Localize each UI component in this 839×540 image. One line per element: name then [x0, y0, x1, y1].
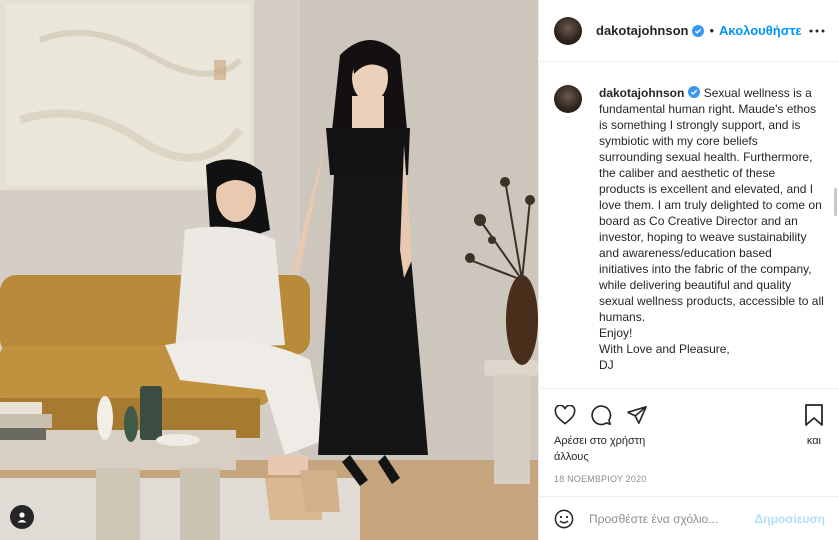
- verified-badge-icon: [688, 86, 701, 98]
- add-comment-bar: Δημοσίευση: [539, 496, 839, 540]
- likes-others[interactable]: άλλους: [539, 449, 839, 465]
- user-tag-icon[interactable]: [10, 505, 34, 529]
- separator-dot: •: [709, 23, 715, 38]
- action-icons: [539, 389, 839, 429]
- caption: dakotajohnson Sexual wellness is a funda…: [539, 63, 839, 373]
- post-panel: dakotajohnson • Ακολουθήστε dakotajohnso…: [538, 0, 839, 540]
- emoji-icon[interactable]: [554, 509, 574, 529]
- caption-username[interactable]: dakotajohnson: [599, 86, 684, 100]
- heart-icon[interactable]: [554, 404, 576, 426]
- comment-input[interactable]: [589, 511, 755, 526]
- avatar[interactable]: [554, 16, 582, 45]
- photo-illustration: [0, 0, 538, 540]
- send-icon[interactable]: [626, 404, 648, 426]
- post-photo[interactable]: [0, 0, 538, 540]
- caption-body: Sexual wellness is a fundamental human r…: [599, 86, 824, 372]
- verified-badge-icon: [692, 24, 705, 37]
- comments-scroll-area[interactable]: dakotajohnson Sexual wellness is a funda…: [539, 63, 839, 387]
- scrollbar[interactable]: [834, 188, 837, 216]
- likes-and: και: [806, 435, 821, 447]
- header-username[interactable]: dakotajohnson: [596, 23, 688, 38]
- caption-avatar[interactable]: [554, 85, 582, 113]
- more-options-icon[interactable]: [809, 24, 825, 38]
- likes-prefix: Αρέσει στο χρήστη: [554, 435, 646, 447]
- comment-icon[interactable]: [590, 404, 612, 426]
- post-comment-button[interactable]: Δημοσίευση: [755, 512, 825, 526]
- post-actions: Αρέσει στο χρήστη και άλλους 18 ΝΟΕΜΒΡΙΟ…: [539, 388, 839, 496]
- likes-summary: Αρέσει στο χρήστη και: [539, 429, 839, 449]
- caption-text: dakotajohnson Sexual wellness is a funda…: [599, 85, 824, 373]
- follow-button[interactable]: Ακολουθήστε: [719, 23, 802, 38]
- post-date[interactable]: 18 ΝΟΕΜΒΡΙΟΥ 2020: [539, 465, 839, 484]
- post-header: dakotajohnson • Ακολουθήστε: [539, 0, 839, 62]
- bookmark-icon[interactable]: [803, 404, 825, 426]
